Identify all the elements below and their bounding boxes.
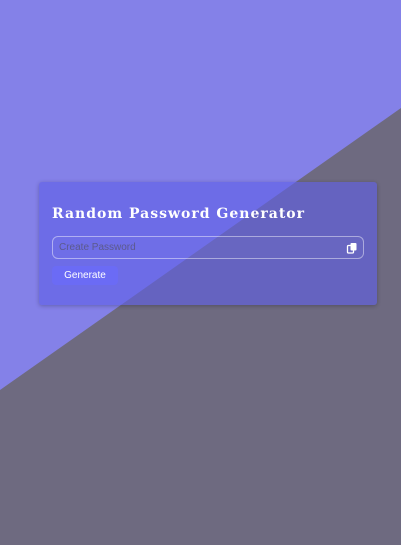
password-input[interactable] [59,237,339,258]
password-field-container [52,236,364,259]
card-title: Random Password Generator [52,206,306,222]
generate-button[interactable]: Generate [52,266,118,285]
password-generator-card: Random Password Generator Generate [39,182,377,305]
copy-icon[interactable] [346,242,358,254]
